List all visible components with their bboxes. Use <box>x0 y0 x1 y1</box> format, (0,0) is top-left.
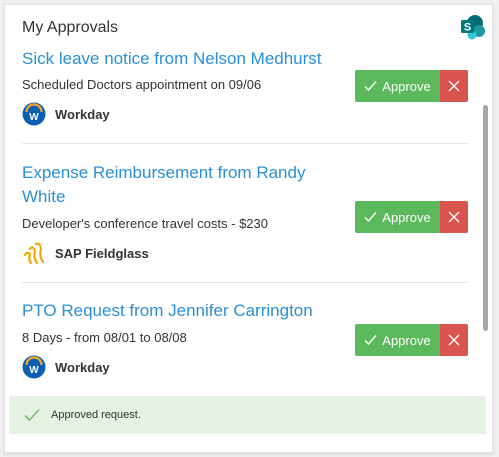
sap-fieldglass-icon <box>23 242 45 265</box>
approvals-card: My Approvals S Sick leave notice from Ne… <box>4 4 493 453</box>
approve-label: Approve <box>382 332 431 348</box>
approval-actions: Approve <box>355 201 468 233</box>
approve-button[interactable]: Approve <box>355 324 440 356</box>
workday-icon: W <box>22 102 46 126</box>
source-name: SAP Fieldglass <box>55 245 149 261</box>
workday-icon: W <box>22 355 46 379</box>
approve-button[interactable]: Approve <box>355 201 440 233</box>
approve-button[interactable]: Approve <box>355 70 440 102</box>
approve-label: Approve <box>382 78 431 94</box>
check-icon <box>364 212 377 223</box>
reject-button[interactable] <box>440 201 468 233</box>
svg-text:S: S <box>464 22 471 34</box>
approval-item: Sick leave notice from Nelson Medhurst S… <box>22 47 468 126</box>
approval-source: W Workday <box>22 102 468 126</box>
svg-text:W: W <box>29 112 39 123</box>
close-icon <box>448 80 460 92</box>
card-title: My Approvals <box>22 19 119 36</box>
close-icon <box>448 211 460 223</box>
toast-message: Approved request. <box>51 409 141 421</box>
approval-title-link[interactable]: PTO Request from Jennifer Carrington <box>22 299 352 323</box>
approval-item: PTO Request from Jennifer Carrington 8 D… <box>22 299 468 379</box>
divider <box>22 282 468 283</box>
approval-item: Expense Reimbursement from Randy White D… <box>22 161 468 265</box>
approve-label: Approve <box>382 209 431 225</box>
close-icon <box>448 334 460 346</box>
approval-source: W Workday <box>22 355 468 379</box>
approval-actions: Approve <box>355 324 468 356</box>
success-toast: Approved request. <box>9 396 486 434</box>
source-name: Workday <box>55 106 110 122</box>
scrollbar-thumb[interactable] <box>483 105 488 331</box>
source-name: Workday <box>55 359 110 375</box>
approval-actions: Approve <box>355 70 468 102</box>
check-icon <box>364 335 377 346</box>
check-icon <box>24 409 40 421</box>
reject-button[interactable] <box>440 70 468 102</box>
sharepoint-icon[interactable]: S <box>460 14 486 40</box>
reject-button[interactable] <box>440 324 468 356</box>
divider <box>22 143 468 144</box>
approval-title-link[interactable]: Expense Reimbursement from Randy White <box>22 161 322 209</box>
approval-source: SAP Fieldglass <box>22 241 468 265</box>
approval-title-link[interactable]: Sick leave notice from Nelson Medhurst <box>22 47 342 71</box>
svg-text:W: W <box>29 365 39 376</box>
check-icon <box>364 81 377 92</box>
